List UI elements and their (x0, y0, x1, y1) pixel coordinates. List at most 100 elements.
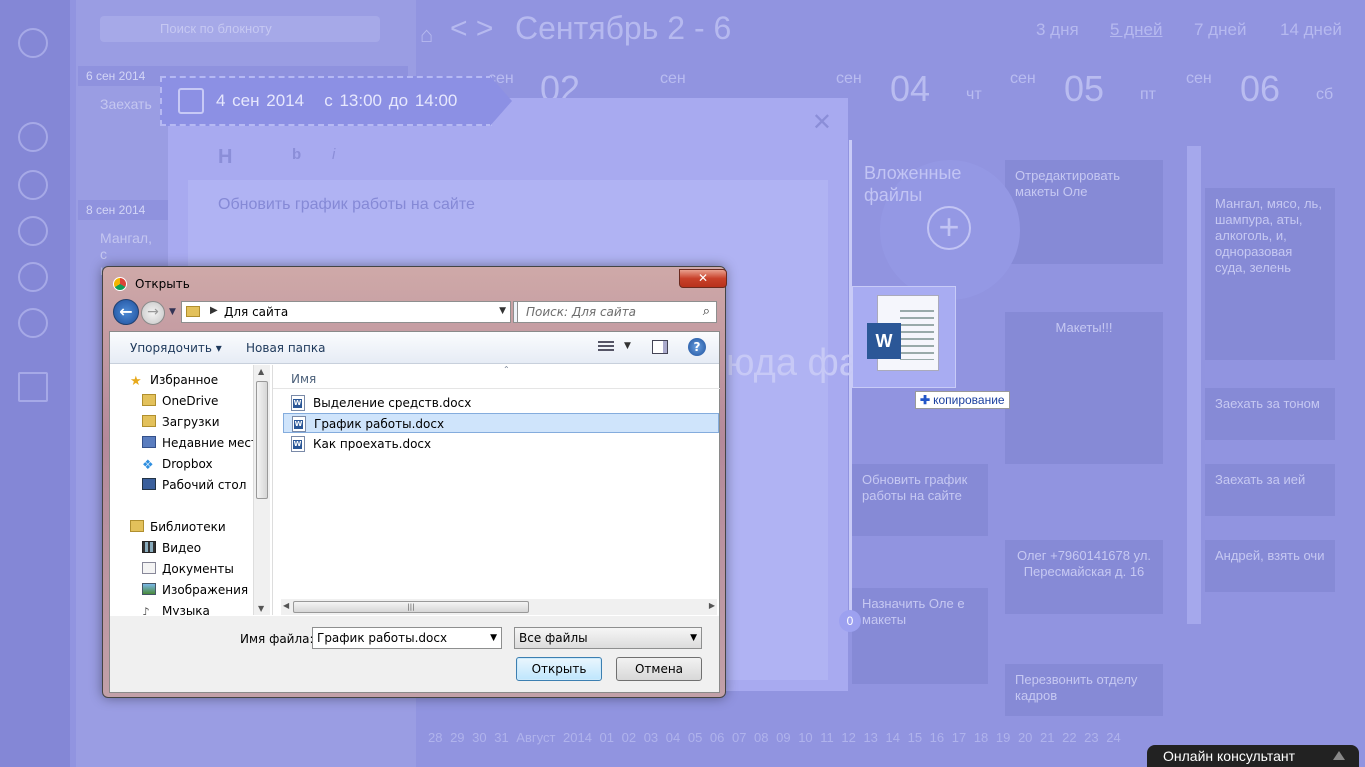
breadcrumb-arrow-icon[interactable]: ▶ (210, 305, 218, 316)
new-folder-button[interactable]: Новая папка (246, 341, 325, 355)
filter-icon[interactable] (18, 308, 48, 338)
nav-item-onedrive[interactable]: OneDrive (142, 394, 218, 408)
music-icon: ♪ (142, 605, 150, 615)
scroll-left-icon[interactable]: ◀ (283, 601, 289, 610)
organize-menu[interactable]: Упорядочить ▾ (130, 341, 222, 355)
add-file-icon[interactable]: + (927, 206, 971, 250)
calendar-nav-arrows[interactable]: < > (450, 12, 493, 46)
nav-item-documents[interactable]: Документы (142, 562, 234, 576)
recent-locations-dropdown[interactable]: ▼ (169, 307, 176, 317)
chevron-down-icon[interactable]: ▼ (490, 633, 497, 643)
view-7-days[interactable]: 7 дней (1194, 20, 1246, 40)
event-date-ribbon[interactable]: 4 сен 2014 с 13:00 до 14:00 (160, 76, 512, 126)
search-icon[interactable]: ⌕ (703, 304, 710, 319)
dialog-navigation-bar: ← → ▼ ▶ Для сайта ▼ ⇆ Поиск: Для сайта ⌕ (111, 299, 717, 325)
word-file-icon: W (291, 436, 305, 452)
nav-item-desktop[interactable]: Рабочий стол (142, 478, 246, 492)
calendar-event[interactable]: Назначить Оле е макеты (852, 588, 988, 684)
nav-item-recent-places[interactable]: Недавние места (142, 436, 265, 450)
calendar-event[interactable]: Отредактировать макеты Оле (1005, 160, 1163, 264)
forward-arrow-icon[interactable]: → (141, 301, 165, 325)
calendar-event[interactable]: Андрей, взять очи (1205, 540, 1335, 592)
calendar-title: Сентябрь 2 - 6 (515, 10, 732, 46)
documents-icon (142, 562, 156, 574)
nav-item-music[interactable]: ♪ Музыка (142, 604, 210, 615)
calendar-event[interactable]: Заехать за ией (1205, 464, 1335, 516)
file-row[interactable]: W Выделение средств.docx (283, 393, 719, 413)
nav-item-downloads[interactable]: Загрузки (142, 415, 220, 429)
libraries-icon (130, 520, 144, 532)
dialog-titlebar[interactable]: Открыть ✕ (109, 269, 727, 293)
change-view-icon[interactable] (598, 341, 614, 353)
horizontal-scrollbar[interactable]: ◀ ||| ▶ (281, 599, 717, 615)
cancel-button[interactable]: Отмена (616, 657, 702, 681)
column-header[interactable]: Имя ⌃ (273, 365, 720, 389)
dialog-close-button[interactable]: ✕ (679, 269, 727, 288)
desktop-icon (142, 478, 156, 490)
address-path[interactable]: Для сайта (224, 305, 288, 319)
list-icon[interactable] (18, 372, 48, 402)
home-icon[interactable]: ⌂ (420, 22, 433, 48)
calendar-event[interactable]: Обновить график работы на сайте (852, 464, 988, 536)
online-consultant-tab[interactable]: Онлайн консультант (1147, 745, 1359, 767)
back-arrow-icon[interactable]: ← (113, 299, 139, 325)
notes-icon[interactable] (18, 122, 48, 152)
check-icon[interactable] (18, 216, 48, 246)
note-preview[interactable]: Заехать (100, 96, 152, 112)
notes-search-input[interactable]: Поиск по блокноту (100, 16, 380, 42)
calendar-scrollbar[interactable] (1187, 146, 1201, 624)
chevron-down-icon[interactable]: ▼ (690, 633, 697, 643)
nav-item-libraries[interactable]: Библиотеки (130, 520, 226, 534)
attachment-counter: 0 (839, 610, 861, 632)
help-icon[interactable]: ? (688, 338, 706, 356)
view-5-days[interactable]: 5 дней (1110, 20, 1162, 40)
logo-icon (18, 28, 48, 58)
day-header: сен 04 чт (836, 68, 982, 109)
italic-button[interactable]: i (332, 146, 335, 163)
filename-input[interactable]: График работы.docx ▼ (312, 627, 502, 649)
dialog-body: Упорядочить ▾ Новая папка ▼ ? ★ Избранное… (109, 331, 720, 693)
address-bar[interactable]: ▶ Для сайта ▼ (181, 301, 511, 323)
view-14-days[interactable]: 14 дней (1280, 20, 1342, 40)
nav-item-images[interactable]: Изображения (142, 583, 248, 597)
scroll-thumb[interactable]: ||| (293, 601, 529, 613)
settings-icon[interactable] (18, 170, 48, 200)
scroll-up-icon[interactable]: ▲ (258, 367, 264, 376)
navigation-scrollbar[interactable]: ▲ ▼ (253, 365, 270, 615)
dragged-word-file[interactable]: W (852, 286, 956, 388)
heading-button[interactable]: H (218, 146, 232, 169)
file-row-selected[interactable]: W График работы.docx (283, 413, 719, 433)
open-button[interactable]: Открыть (516, 657, 602, 681)
calendar-event[interactable]: Мангал, мясо, ль, шампура, аты, алкоголь… (1205, 188, 1335, 360)
view-dropdown-icon[interactable]: ▼ (624, 341, 631, 351)
folder-icon (142, 394, 156, 406)
calendar-event[interactable]: Перезвонить отделу кадров (1005, 664, 1163, 716)
view-3-days[interactable]: 3 дня (1036, 20, 1079, 40)
bold-button[interactable]: b (292, 146, 301, 163)
left-rail (0, 0, 70, 767)
folder-search-input[interactable]: Поиск: Для сайта ⌕ (517, 301, 717, 323)
close-icon[interactable]: ✕ (812, 108, 832, 137)
calendar-event[interactable]: Олег +7960141678 ул. Пересмайская д. 16 (1005, 540, 1163, 614)
nav-item-video[interactable]: Видео (142, 541, 201, 555)
calendar-event[interactable]: Заехать за тоном (1205, 388, 1335, 440)
calendar-clock-icon (178, 88, 204, 114)
name-column-header[interactable]: Имя (291, 372, 316, 386)
scroll-right-icon[interactable]: ▶ (709, 601, 715, 610)
day-header: сен 05 пт (1010, 68, 1156, 109)
nav-item-favorites[interactable]: ★ Избранное (130, 373, 218, 389)
folder-icon (186, 306, 200, 317)
nav-item-dropbox[interactable]: ❖ Dropbox (142, 457, 213, 473)
preview-pane-icon[interactable] (652, 340, 668, 354)
address-dropdown-icon[interactable]: ▼ (499, 306, 506, 316)
dropbox-icon: ❖ (142, 458, 154, 473)
expand-up-icon (1333, 751, 1345, 760)
share-icon[interactable] (18, 262, 48, 292)
file-row[interactable]: W Как проехать.docx (283, 434, 719, 454)
star-icon: ★ (130, 374, 142, 389)
scroll-down-icon[interactable]: ▼ (258, 604, 264, 613)
scroll-thumb[interactable] (256, 381, 268, 499)
filetype-select[interactable]: Все файлы ▼ (514, 627, 702, 649)
calendar-event[interactable]: Макеты!!! (1005, 312, 1163, 464)
recent-places-icon (142, 436, 156, 448)
